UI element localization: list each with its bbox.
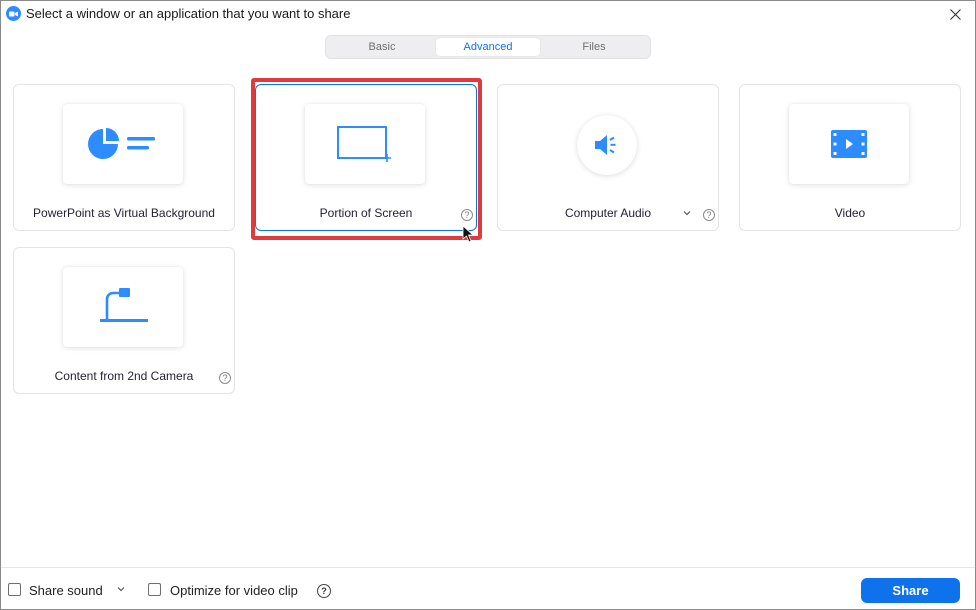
option-portion-of-screen[interactable]: Portion of Screen ? bbox=[255, 84, 477, 231]
document-camera-icon bbox=[100, 288, 148, 322]
close-icon bbox=[949, 8, 961, 20]
help-icon[interactable]: ? bbox=[461, 209, 473, 221]
close-button[interactable] bbox=[943, 3, 967, 25]
option-powerpoint-virtual-background[interactable]: PowerPoint as Virtual Background bbox=[13, 84, 235, 231]
option-label: Video bbox=[834, 206, 866, 220]
speaker-icon bbox=[595, 135, 616, 155]
option-video[interactable]: Video bbox=[739, 84, 961, 231]
chevron-down-icon[interactable] bbox=[683, 208, 691, 219]
share-sound-label[interactable]: Share sound bbox=[29, 583, 103, 598]
share-screen-dialog: Select a window or an application that y… bbox=[0, 0, 976, 610]
zoom-logo-icon bbox=[6, 6, 21, 21]
share-button[interactable]: Share bbox=[861, 578, 960, 603]
tab-basic[interactable]: Basic bbox=[330, 38, 434, 56]
title-bar: Select a window or an application that y… bbox=[1, 1, 975, 27]
help-icon[interactable]: ? bbox=[317, 584, 331, 598]
chevron-down-icon[interactable] bbox=[117, 583, 125, 595]
film-play-icon bbox=[831, 130, 867, 158]
mouse-pointer-icon bbox=[462, 225, 475, 248]
option-computer-audio[interactable]: Computer Audio ? bbox=[497, 84, 719, 231]
share-sound-checkbox[interactable] bbox=[8, 583, 21, 596]
option-content-from-2nd-camera[interactable]: Content from 2nd Camera ? bbox=[13, 247, 235, 394]
option-thumbnail bbox=[789, 104, 909, 184]
option-thumbnail bbox=[63, 104, 183, 184]
option-label: Portion of Screen bbox=[319, 206, 413, 220]
screen-portion-icon bbox=[337, 126, 391, 162]
bottom-bar: Share sound Optimize for video clip ? Sh… bbox=[1, 567, 975, 610]
tab-advanced[interactable]: Advanced bbox=[436, 38, 540, 56]
option-thumbnail bbox=[63, 267, 183, 347]
window-title: Select a window or an application that y… bbox=[26, 6, 351, 21]
help-icon[interactable]: ? bbox=[703, 209, 715, 221]
share-tabs: Basic Advanced Files bbox=[325, 35, 651, 59]
option-thumbnail bbox=[577, 115, 637, 175]
pie-chart-icon bbox=[88, 128, 155, 159]
help-icon[interactable]: ? bbox=[219, 372, 231, 384]
tab-files[interactable]: Files bbox=[542, 38, 646, 56]
option-label: PowerPoint as Virtual Background bbox=[33, 206, 215, 220]
optimize-video-checkbox[interactable] bbox=[148, 583, 161, 596]
optimize-video-label[interactable]: Optimize for video clip bbox=[170, 583, 298, 598]
option-label: Content from 2nd Camera bbox=[54, 369, 194, 383]
option-thumbnail bbox=[305, 104, 425, 184]
